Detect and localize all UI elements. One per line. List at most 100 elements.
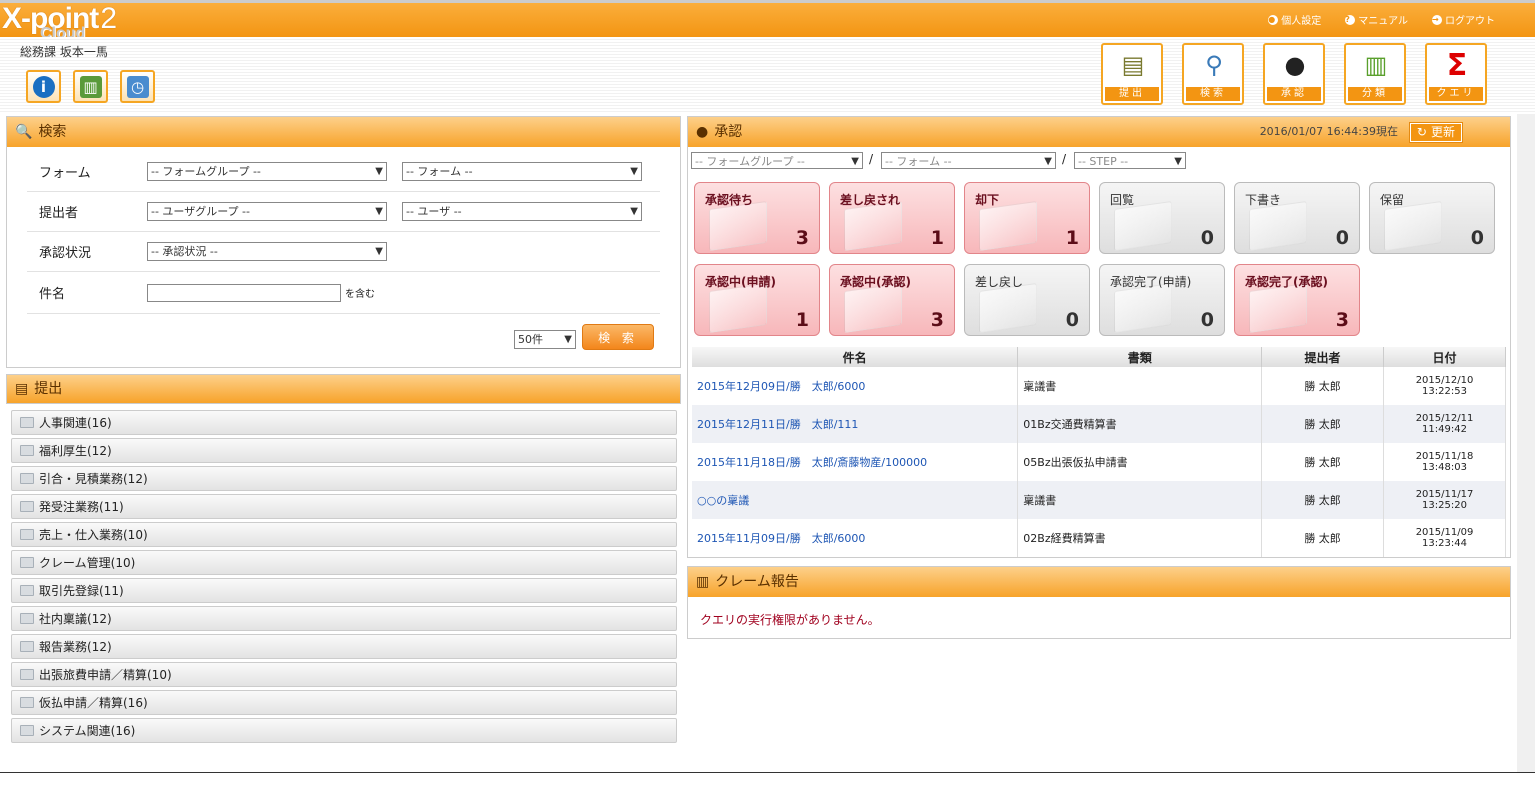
tile-rejected[interactable]: 却下 1 (964, 182, 1090, 254)
tile-count: 0 (1200, 227, 1214, 249)
approval-form-select[interactable]: -- フォーム -- (881, 152, 1056, 170)
user-select[interactable]: -- ユーザ -- (402, 202, 642, 221)
table-row[interactable]: 2015年11月18日/勝 太郎/斎藤物産/100000 05Bz出張仮払申請書… (692, 443, 1506, 481)
table-row[interactable]: 2015年12月11日/勝 太郎/111 01Bz交通費精算書 勝 太郎 201… (692, 405, 1506, 443)
tile-sent-back[interactable]: 差し戻し 0 (964, 264, 1090, 336)
folder-item[interactable]: 社内稟議(12) (11, 606, 677, 631)
table-row[interactable]: 2015年12月09日/勝 太郎/6000 稟議書 勝 太郎 2015/12/1… (692, 367, 1506, 405)
folder-icon (20, 725, 34, 736)
column-header[interactable]: 書類 (1017, 347, 1263, 367)
doc-cell: 01Bz交通費精算書 (1017, 405, 1263, 443)
submit-panel: ▤ 提出 人事関連(16) 福利厚生(12) 引合・見積業務(12) 発受注業務(… (6, 374, 681, 750)
folder-item[interactable]: 発受注業務(11) (11, 494, 677, 519)
table-row[interactable]: ○○の稟議 稟議書 勝 太郎 2015/11/17 13:25:20 (692, 481, 1506, 519)
folder-item[interactable]: 引合・見積業務(12) (11, 466, 677, 491)
tile-completed-approved[interactable]: 承認完了(承認) 3 (1234, 264, 1360, 336)
folder-item[interactable]: システム関連(16) (11, 718, 677, 743)
subject-link[interactable]: 2015年12月11日/勝 太郎/111 (692, 405, 1019, 443)
sub-header: 総務課 坂本一馬 i ▥ ◷ ▤ 提出 ⚲ 検索 ● 承認 ▥ 分類 Σ クエリ (0, 37, 1535, 112)
folder-label: 福利厚生(12) (39, 444, 112, 458)
form-select[interactable]: -- フォーム -- (402, 162, 642, 181)
table-row[interactable]: 2015年11月09日/勝 太郎/6000 02Bz経費精算書 勝 太郎 201… (692, 519, 1506, 557)
doc-cell: 05Bz出張仮払申請書 (1017, 443, 1263, 481)
claim-message: クエリの実行権限がありません。 (700, 613, 880, 627)
doc-button[interactable]: ◷ (120, 70, 155, 103)
tile-label: 差し戻し (975, 275, 1024, 289)
subject-link[interactable]: ○○の稟議 (692, 481, 1019, 519)
tile-draft[interactable]: 下書き 0 (1234, 182, 1360, 254)
tile-in-approval-approving[interactable]: 承認中(承認) 3 (829, 264, 955, 336)
time: 13:22:53 (1422, 386, 1467, 397)
search-row-submitter: 提出者 -- ユーザグループ -- -- ユーザ -- (27, 192, 660, 232)
book-button[interactable]: ▥ (73, 70, 108, 103)
count-select[interactable]: 50件 (514, 330, 576, 349)
folder-icon (20, 697, 34, 708)
date-cell: 2015/11/09 13:23:44 (1383, 519, 1506, 557)
select-value: -- 承認状況 -- (151, 245, 218, 258)
approval-form-group-select[interactable]: -- フォームグループ -- (691, 152, 863, 170)
folder-item[interactable]: 福利厚生(12) (11, 438, 677, 463)
subject-link[interactable]: 2015年12月09日/勝 太郎/6000 (692, 367, 1019, 405)
folder-icon (709, 282, 767, 334)
nav-query-button[interactable]: Σ クエリ (1425, 43, 1487, 105)
approval-table: 件名 書類 提出者 日付 2015年12月09日/勝 太郎/6000 稟議書 勝… (692, 347, 1506, 557)
folder-item[interactable]: クレーム管理(10) (11, 550, 677, 575)
nav-search-button[interactable]: ⚲ 検索 (1182, 43, 1244, 105)
quick-buttons: i ▥ ◷ (26, 70, 155, 103)
tile-count: 0 (1470, 227, 1484, 249)
status-select[interactable]: -- 承認状況 -- (147, 242, 387, 261)
form-group-select[interactable]: -- フォームグループ -- (147, 162, 387, 181)
link-logout[interactable]: → ログアウト (1432, 12, 1495, 27)
subject-link[interactable]: 2015年11月18日/勝 太郎/斎藤物産/100000 (692, 443, 1019, 481)
tile-returned[interactable]: 差し戻され 1 (829, 182, 955, 254)
folder-item[interactable]: 取引先登録(11) (11, 578, 677, 603)
column-header[interactable]: 件名 (692, 347, 1019, 367)
tile-completed-applied[interactable]: 承認完了(申請) 0 (1099, 264, 1225, 336)
submitter-cell: 勝 太郎 (1261, 481, 1385, 519)
column-header[interactable]: 提出者 (1261, 347, 1385, 367)
folder-item[interactable]: 出張旅費申請／精算(10) (11, 662, 677, 687)
nav-classify-button[interactable]: ▥ 分類 (1344, 43, 1406, 105)
folder-label: クレーム管理(10) (39, 556, 136, 570)
folder-item[interactable]: 報告業務(12) (11, 634, 677, 659)
tile-count: 3 (795, 227, 809, 249)
doc-cell: 稟議書 (1017, 367, 1263, 405)
folder-item[interactable]: 売上・仕入業務(10) (11, 522, 677, 547)
folder-icon (1384, 200, 1442, 252)
page-scrollbar[interactable] (1517, 114, 1535, 772)
nav-submit-button[interactable]: ▤ 提出 (1101, 43, 1163, 105)
folder-item[interactable]: 人事関連(16) (11, 410, 677, 435)
tile-count: 1 (930, 227, 944, 249)
nav-approve-button[interactable]: ● 承認 (1263, 43, 1325, 105)
link-manual[interactable]: ? マニュアル (1345, 12, 1408, 27)
submitter-label: 提出者 (39, 206, 79, 221)
folder-icon (1114, 200, 1172, 252)
folder-label: 発受注業務(11) (39, 500, 124, 514)
tile-in-approval-applied[interactable]: 承認中(申請) 1 (694, 264, 820, 336)
subject-link[interactable]: 2015年11月09日/勝 太郎/6000 (692, 519, 1019, 557)
refresh-button[interactable]: ↻ 更新 (1408, 122, 1464, 143)
subject-input[interactable] (147, 283, 341, 302)
folder-item[interactable]: 仮払申請／精算(16) (11, 690, 677, 715)
info-button[interactable]: i (26, 70, 61, 103)
tile-label: 保留 (1380, 193, 1405, 207)
folder-icon (20, 613, 34, 624)
tile-label: 回覧 (1110, 193, 1135, 207)
tile-pending[interactable]: 承認待ち 3 (694, 182, 820, 254)
user-group-select[interactable]: -- ユーザグループ -- (147, 202, 387, 221)
submitter-cell: 勝 太郎 (1261, 519, 1385, 557)
approval-step-select[interactable]: -- STEP -- (1074, 152, 1186, 170)
search-button[interactable]: 検 索 (582, 324, 654, 350)
date: 2015/11/17 (1415, 489, 1474, 500)
tile-circulation[interactable]: 回覧 0 (1099, 182, 1225, 254)
panel-title: 承認 (714, 124, 743, 140)
tile-hold[interactable]: 保留 0 (1369, 182, 1495, 254)
timestamp: 2016/01/07 16:44:39現在 (1259, 125, 1398, 138)
nav-label: クエリ (1429, 87, 1483, 101)
claim-panel-header: ▥ クレーム報告 (688, 567, 1510, 597)
nav-label: 検索 (1186, 87, 1240, 101)
column-header[interactable]: 日付 (1383, 347, 1506, 367)
tile-label: 承認待ち (705, 193, 754, 207)
link-personal-settings[interactable]: ● 個人設定 (1268, 12, 1321, 27)
folder-label: 売上・仕入業務(10) (39, 528, 148, 542)
